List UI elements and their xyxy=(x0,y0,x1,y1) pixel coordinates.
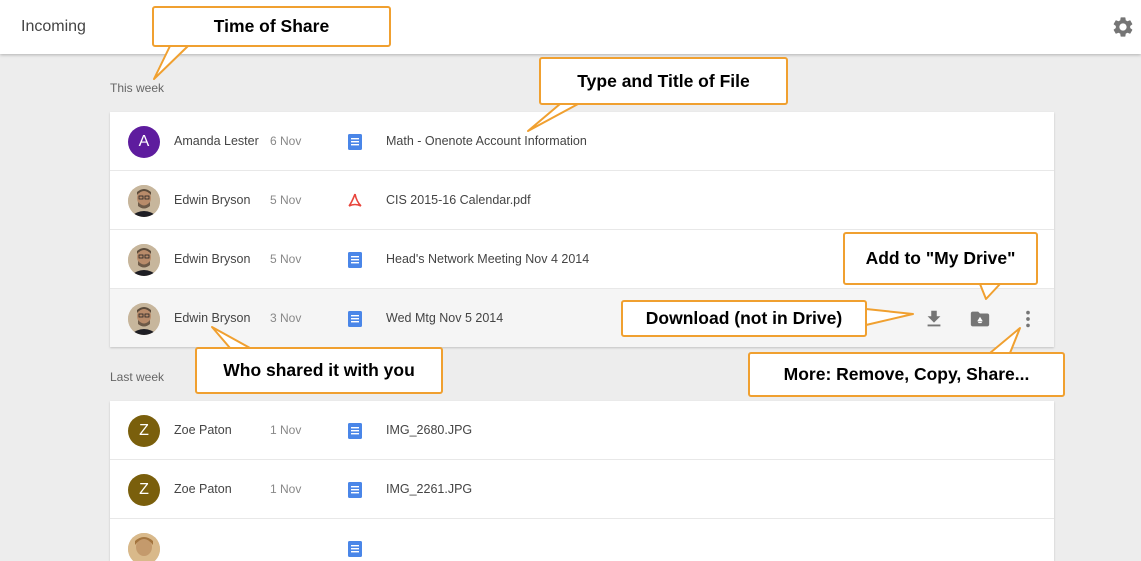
callout-time-of-share: Time of Share xyxy=(152,6,391,47)
callout-who-shared: Who shared it with you xyxy=(195,347,443,394)
callout-add-to-drive: Add to "My Drive" xyxy=(843,232,1038,285)
doc-icon xyxy=(348,541,362,557)
callout-type-and-title: Type and Title of File xyxy=(539,57,788,105)
callout-more-menu: More: Remove, Copy, Share... xyxy=(748,352,1065,397)
callout-download: Download (not in Drive) xyxy=(621,300,867,337)
